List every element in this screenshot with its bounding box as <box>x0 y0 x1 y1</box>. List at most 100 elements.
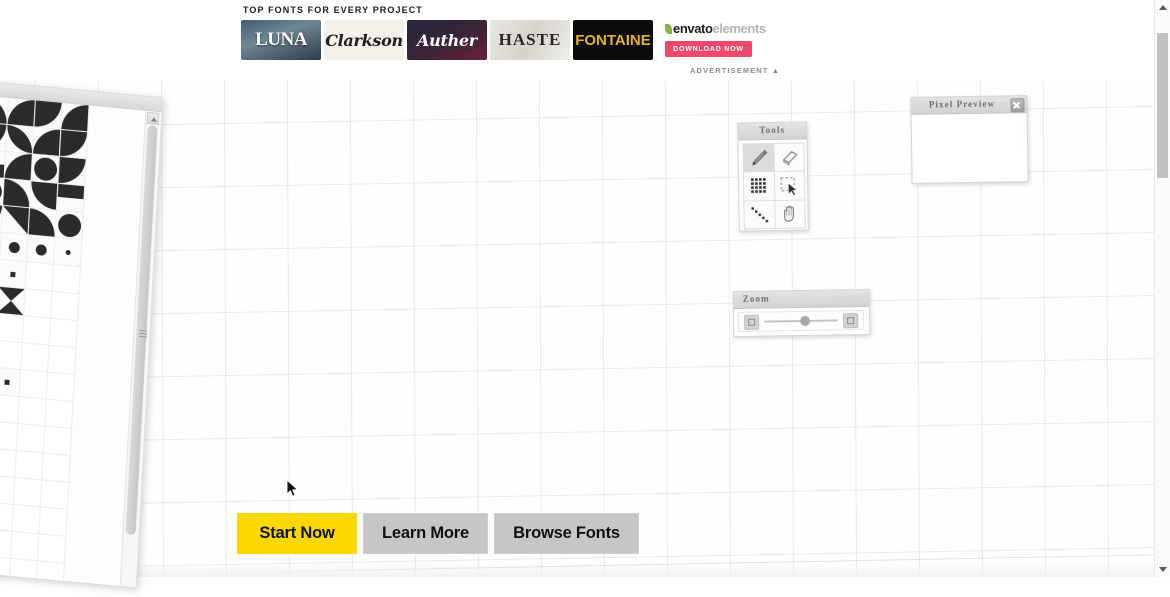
pixel-preview-panel[interactable]: Pixel Preview <box>910 95 1028 184</box>
glyph-cell[interactable] <box>0 260 27 289</box>
envato-elements-logo[interactable]: envatoelements <box>665 21 766 36</box>
mouse-pointer-icon <box>286 479 300 499</box>
glyph-cell[interactable] <box>0 448 17 477</box>
glyph-cell[interactable] <box>0 395 20 424</box>
grip-handle-icon <box>139 330 147 338</box>
glyph-cell[interactable] <box>38 534 66 563</box>
glyph-cell[interactable] <box>41 480 69 509</box>
start-now-button[interactable]: Start Now <box>237 513 357 554</box>
glyph-cell[interactable] <box>51 292 79 321</box>
glyph-cell[interactable] <box>21 343 49 372</box>
pixel-preview-title: Pixel Preview <box>911 98 1026 110</box>
glyph-cell[interactable] <box>55 211 83 240</box>
glyph-cell[interactable] <box>45 400 73 429</box>
browser-scrollbar[interactable] <box>1154 0 1170 577</box>
glyph-cell[interactable] <box>0 287 26 316</box>
glyph-cell[interactable] <box>47 373 75 402</box>
pencil-icon <box>747 147 769 169</box>
tool-select[interactable] <box>774 172 804 200</box>
glyph-cell[interactable] <box>15 451 43 480</box>
zoom-out-icon[interactable] <box>744 314 759 329</box>
zoom-in-icon[interactable] <box>843 313 858 328</box>
glyph-cell[interactable] <box>17 424 45 453</box>
glyph-cell[interactable] <box>31 154 59 183</box>
glyph-cell[interactable] <box>29 208 57 237</box>
chevron-up-icon[interactable] <box>147 112 160 125</box>
tools-panel[interactable]: Tools <box>737 121 809 231</box>
eraser-icon <box>778 146 800 168</box>
glyph-cell[interactable] <box>12 505 40 534</box>
glyph-cell[interactable] <box>50 319 78 348</box>
glyph-cell[interactable] <box>10 559 38 588</box>
glyph-cell[interactable] <box>53 265 81 294</box>
pixel-preview-canvas[interactable] <box>914 114 1024 179</box>
zoom-panel-titlebar[interactable]: Zoom <box>734 290 869 309</box>
glyph-cell[interactable] <box>11 532 39 561</box>
tool-dotted-line[interactable] <box>744 201 774 229</box>
dotted-line-icon <box>748 203 770 225</box>
tool-pencil[interactable] <box>743 144 773 172</box>
download-now-button[interactable]: DOWNLOAD NOW <box>665 41 752 57</box>
tools-panel-title: Tools <box>738 124 806 135</box>
glyph-cell[interactable] <box>0 422 18 451</box>
glyph-cell[interactable] <box>48 346 76 375</box>
glyph-cell[interactable] <box>0 475 15 504</box>
glyph-cell[interactable] <box>14 478 42 507</box>
font-card-auther[interactable]: Auther <box>407 20 487 60</box>
leaf-icon <box>665 24 672 34</box>
tool-dither[interactable] <box>744 172 774 200</box>
brand-name-dark: envato <box>673 21 713 36</box>
browse-fonts-button[interactable]: Browse Fonts <box>494 513 639 554</box>
font-card-label: HASTE <box>499 30 562 50</box>
browser-scroll-thumb[interactable] <box>1157 33 1168 178</box>
zoom-slider[interactable] <box>764 319 838 322</box>
glyph-cell[interactable] <box>61 103 89 132</box>
glyph-cell[interactable] <box>0 233 28 262</box>
pattern-panel-scroll-thumb[interactable] <box>125 125 157 535</box>
tool-eraser[interactable] <box>774 144 804 172</box>
glyph-cell[interactable] <box>58 157 86 186</box>
glyph-cell[interactable] <box>60 130 88 159</box>
glyph-cell[interactable] <box>34 100 62 129</box>
font-card-haste[interactable]: HASTE <box>490 20 570 60</box>
glyph-cell[interactable] <box>44 427 72 456</box>
glyph-cell[interactable] <box>39 507 67 536</box>
glyph-cell[interactable] <box>20 370 48 399</box>
glyph-cell[interactable] <box>7 98 35 127</box>
glyph-cell[interactable] <box>30 181 58 210</box>
scroll-down-arrow-icon[interactable] <box>1155 562 1170 577</box>
font-card-luna[interactable]: LUNA <box>241 20 321 60</box>
glyph-cell[interactable] <box>33 127 61 156</box>
glyph-cell[interactable] <box>3 179 31 208</box>
brand-name-light: elements <box>713 21 766 36</box>
glyph-cell[interactable] <box>0 314 24 343</box>
advertisement-label[interactable]: ADVERTISEMENT ▲ <box>690 66 780 75</box>
glyph-cell[interactable] <box>24 289 52 318</box>
glyph-cell[interactable] <box>42 453 70 482</box>
glyph-cell[interactable] <box>2 206 30 235</box>
glyph-cell[interactable] <box>5 152 33 181</box>
glyph-cell[interactable] <box>54 238 82 267</box>
font-card-fontaine[interactable]: FONTAINE <box>573 20 653 60</box>
zoom-slider-handle[interactable] <box>800 316 810 326</box>
pattern-panel[interactable]: Glyphs <box>0 76 163 589</box>
scroll-up-arrow-icon[interactable] <box>1155 0 1170 15</box>
glyph-cell[interactable] <box>23 316 51 345</box>
glyph-cell[interactable] <box>6 125 34 154</box>
glyph-cell[interactable] <box>57 184 85 213</box>
glyph-cell[interactable] <box>0 368 21 397</box>
glyph-cell[interactable] <box>27 235 55 264</box>
glyph-cell[interactable] <box>36 561 64 588</box>
tool-hand[interactable] <box>775 200 805 228</box>
zoom-slider-row <box>738 310 864 332</box>
close-icon[interactable] <box>1010 98 1024 112</box>
glyph-cell[interactable] <box>26 262 54 291</box>
glyph-grid[interactable] <box>0 86 133 589</box>
learn-more-button[interactable]: Learn More <box>363 513 488 554</box>
glyph-cell[interactable] <box>0 341 23 370</box>
pixel-preview-titlebar[interactable]: Pixel Preview <box>911 96 1026 115</box>
glyph-cell[interactable] <box>18 397 46 426</box>
font-card-clarkson[interactable]: Clarkson <box>324 20 404 60</box>
tools-panel-titlebar[interactable]: Tools <box>738 122 806 140</box>
zoom-panel[interactable]: Zoom <box>733 289 871 337</box>
